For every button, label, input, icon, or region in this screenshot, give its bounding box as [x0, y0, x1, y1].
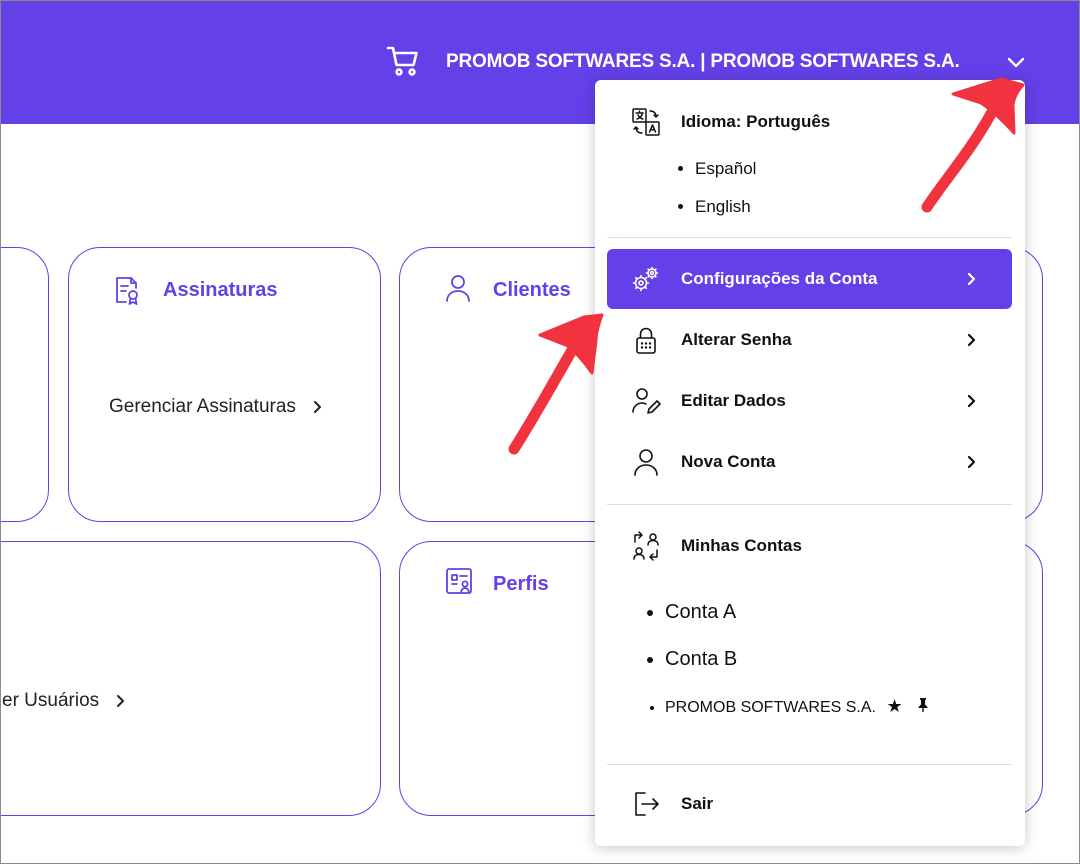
- accounts-list: Conta A Conta B PROMOB SOFTWARES S.A. ★: [665, 598, 931, 732]
- chevron-right-icon: [967, 333, 976, 347]
- user-icon: [446, 275, 470, 302]
- menu-item-new-account[interactable]: Nova Conta: [607, 432, 1012, 492]
- menu-item-logout[interactable]: Sair: [607, 774, 1012, 834]
- logout-icon: [635, 792, 659, 816]
- subscription-document-icon: [116, 277, 138, 305]
- app-window: PROMOB SOFTWARES S.A. | PROMOB SOFTWARES…: [0, 0, 1080, 864]
- language-option-en[interactable]: English: [695, 196, 756, 234]
- language-selector[interactable]: Idioma: Português: [607, 92, 1012, 152]
- chevron-right-icon: [313, 401, 321, 413]
- card-usuarios[interactable]: er Usuários: [1, 541, 381, 816]
- menu-item-label: Nova Conta: [681, 452, 776, 471]
- language-list: Español English: [695, 158, 756, 234]
- menu-item-edit-data[interactable]: Editar Dados: [607, 371, 1012, 431]
- account-switcher-label[interactable]: PROMOB SOFTWARES S.A. | PROMOB SOFTWARES…: [446, 51, 960, 73]
- chevron-right-icon: [967, 455, 976, 469]
- language-label: Idioma: Português: [681, 112, 831, 131]
- menu-item-label: Sair: [681, 794, 714, 813]
- link-label: er Usuários: [2, 690, 100, 711]
- card-title: Perfis: [493, 573, 549, 595]
- pin-icon[interactable]: [915, 697, 931, 713]
- language-option-es[interactable]: Español: [695, 158, 756, 196]
- user-icon: [634, 449, 658, 476]
- account-dropdown-menu: Idioma: Português Español English Config…: [595, 80, 1025, 846]
- menu-divider: [607, 504, 1012, 505]
- manage-subscriptions-link[interactable]: Gerenciar Assinaturas: [109, 396, 324, 418]
- account-item[interactable]: Conta B: [665, 645, 931, 692]
- menu-item-label: Editar Dados: [681, 391, 786, 410]
- menu-divider: [607, 764, 1012, 765]
- link-label: Gerenciar Assinaturas: [109, 396, 296, 417]
- card-title: Clientes: [493, 279, 571, 301]
- gears-icon: [632, 266, 659, 292]
- card-title: Assinaturas: [163, 279, 278, 301]
- chevron-down-icon[interactable]: [1005, 51, 1027, 73]
- manage-users-link[interactable]: er Usuários: [2, 690, 127, 712]
- menu-item-label: Alterar Senha: [681, 330, 792, 349]
- chevron-right-icon: [117, 695, 125, 707]
- menu-item-label: Minhas Contas: [681, 536, 802, 555]
- card-assinaturas[interactable]: Assinaturas Gerenciar Assinaturas: [68, 247, 381, 522]
- account-item[interactable]: Conta A: [665, 598, 931, 645]
- profile-card-icon: [446, 568, 472, 594]
- menu-item-my-accounts: Minhas Contas: [607, 516, 1012, 576]
- menu-item-account-settings[interactable]: Configurações da Conta: [607, 249, 1012, 309]
- card-partial-left-top[interactable]: [1, 247, 49, 522]
- cart-icon[interactable]: [385, 43, 421, 79]
- star-icon[interactable]: ★: [886, 696, 902, 716]
- account-item-current[interactable]: PROMOB SOFTWARES S.A. ★: [665, 692, 931, 732]
- chevron-right-icon: [967, 394, 976, 408]
- menu-divider: [607, 237, 1012, 238]
- chevron-right-icon: [967, 272, 976, 286]
- menu-item-change-password[interactable]: Alterar Senha: [607, 310, 1012, 370]
- translate-icon: [632, 108, 660, 136]
- lock-icon: [636, 327, 656, 354]
- account-name: PROMOB SOFTWARES S.A.: [665, 699, 876, 716]
- menu-item-label: Configurações da Conta: [681, 269, 878, 288]
- switch-accounts-icon: [633, 531, 659, 561]
- user-edit-icon: [632, 388, 661, 414]
